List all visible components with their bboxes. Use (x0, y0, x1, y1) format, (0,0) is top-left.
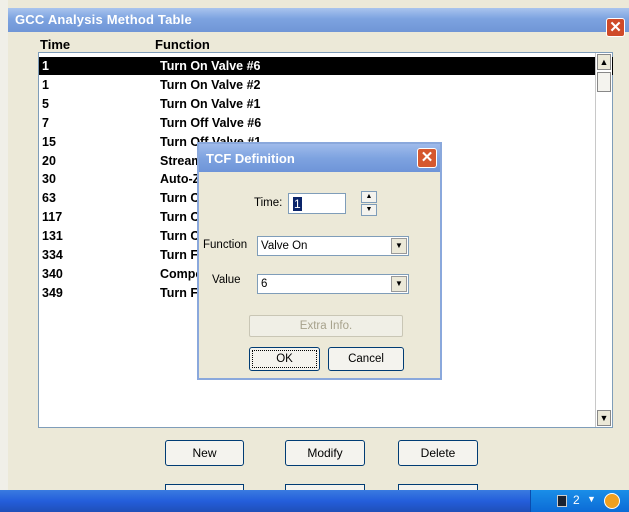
time-field[interactable]: 1 (288, 193, 346, 214)
time-column-header[interactable]: Time (40, 37, 70, 52)
system-tray: 2 ▼ (530, 490, 629, 512)
time-spin-down-icon[interactable]: ▼ (361, 204, 377, 216)
function-select[interactable]: Valve On ▼ (257, 236, 409, 256)
new-button[interactable]: New (165, 440, 244, 466)
dialog-close-button[interactable]: ✕ (417, 148, 437, 168)
function-cell: Turn On Valve #1 (160, 96, 261, 111)
function-cell: Turn On Valve #6 (160, 59, 261, 73)
function-label: Function (203, 239, 248, 251)
time-cell: 349 (42, 285, 63, 300)
chevron-down-icon[interactable]: ▼ (587, 494, 596, 504)
window-title: GCC Analysis Method Table (15, 12, 192, 27)
function-cell: Turn C (160, 229, 200, 244)
time-label: Time: (254, 197, 283, 209)
extra-info-button[interactable]: Extra Info. (249, 315, 403, 337)
time-cell: 340 (42, 266, 63, 281)
scroll-thumb[interactable] (597, 72, 611, 92)
time-cell: 1 (42, 77, 49, 92)
table-row[interactable]: 5 Turn On Valve #1 (39, 95, 613, 113)
value-selected-value: 6 (261, 278, 268, 290)
table-row[interactable]: 1 Turn On Valve #6 (39, 57, 613, 75)
time-cell: 131 (42, 229, 63, 244)
delete-button[interactable]: Delete (398, 440, 478, 466)
device-icon[interactable] (557, 495, 567, 507)
value-label: Value (212, 274, 241, 286)
value-select[interactable]: 6 ▼ (257, 274, 409, 294)
tcf-definition-dialog: TCF Definition ✕ Time: 1 ▲ ▼ Function Va… (197, 142, 442, 380)
table-row[interactable]: 7 Turn Off Valve #6 (39, 114, 613, 132)
function-selected-value: Valve On (261, 240, 308, 252)
function-cell: Auto-Z (160, 172, 201, 187)
close-icon: ✕ (420, 149, 434, 166)
time-cell: 334 (42, 248, 63, 262)
vertical-scrollbar[interactable]: ▲ ▼ (595, 53, 612, 427)
taskbar: 2 ▼ (0, 490, 629, 512)
function-cell: Turn F (160, 248, 198, 262)
function-cell: Turn C (160, 210, 200, 225)
tray-count[interactable]: 2 (573, 493, 580, 507)
chevron-down-icon[interactable]: ▼ (391, 238, 407, 254)
cancel-button[interactable]: Cancel (328, 347, 404, 371)
function-cell: Turn F (160, 285, 198, 300)
power-icon[interactable] (604, 493, 620, 509)
chevron-down-icon[interactable]: ▼ (391, 276, 407, 292)
function-cell: Turn On Valve #2 (160, 77, 261, 92)
dialog-title-bar[interactable]: TCF Definition ✕ (199, 144, 440, 172)
desktop-edge (0, 0, 8, 490)
ok-button[interactable]: OK (249, 347, 320, 371)
window-close-button[interactable]: ✕ (606, 18, 625, 37)
time-cell: 117 (42, 210, 63, 225)
dialog-title: TCF Definition (206, 151, 295, 166)
time-cell: 63 (42, 191, 56, 206)
time-cell: 15 (42, 134, 56, 149)
scroll-up-arrow-icon[interactable]: ▲ (597, 54, 611, 70)
function-column-header[interactable]: Function (155, 37, 210, 52)
time-cell: 5 (42, 96, 49, 111)
time-value: 1 (293, 197, 302, 211)
scroll-down-arrow-icon[interactable]: ▼ (597, 410, 611, 426)
modify-button[interactable]: Modify (285, 440, 365, 466)
time-cell: 30 (42, 172, 56, 187)
time-cell: 20 (42, 153, 56, 168)
function-cell: Turn C (160, 191, 200, 206)
close-icon: ✕ (609, 19, 622, 36)
time-cell: 1 (42, 59, 49, 73)
time-cell: 7 (42, 115, 49, 130)
function-cell: Turn Off Valve #6 (160, 115, 262, 130)
table-row[interactable]: 1 Turn On Valve #2 (39, 76, 613, 94)
window-title-bar[interactable]: GCC Analysis Method Table ✕ (8, 8, 629, 37)
time-spin-up-icon[interactable]: ▲ (361, 191, 377, 203)
